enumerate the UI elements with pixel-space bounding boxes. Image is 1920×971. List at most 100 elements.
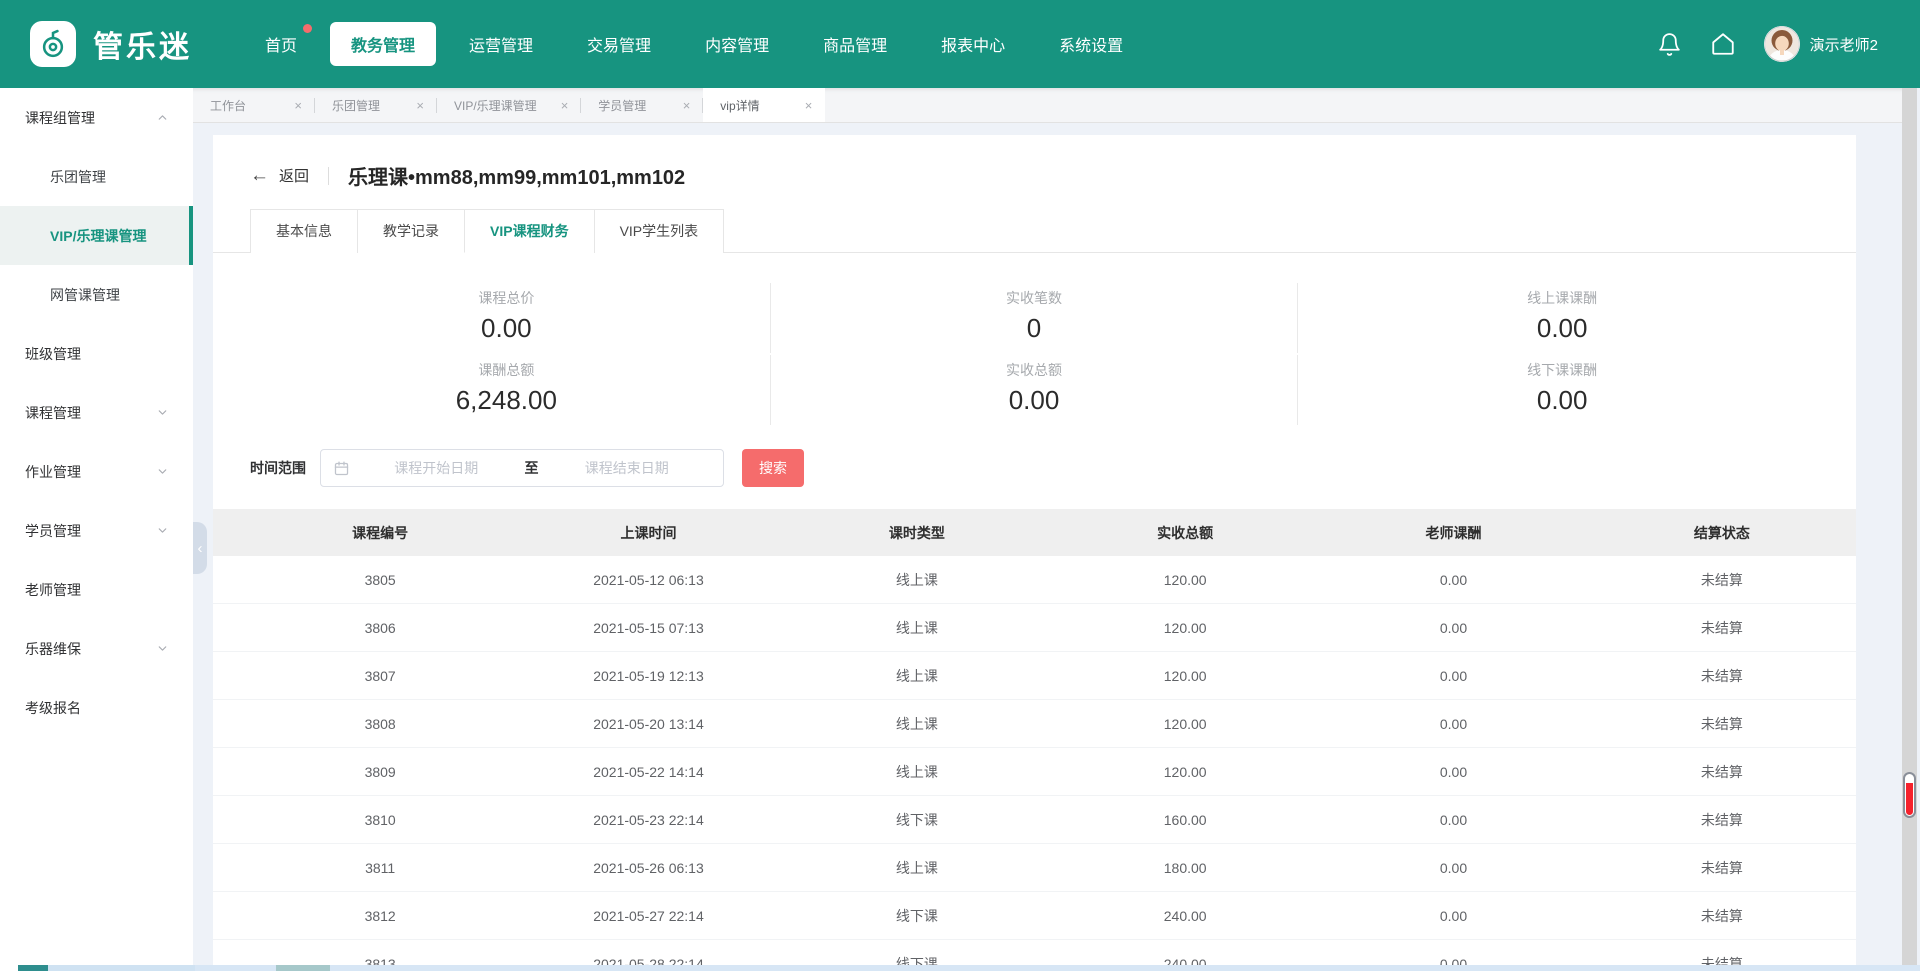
sidebar-item[interactable]: 学员管理 (0, 501, 193, 560)
table-cell: 未结算 (1588, 618, 1856, 638)
table-cell: 120.00 (1051, 620, 1319, 636)
notification-bell-icon[interactable] (1657, 32, 1682, 57)
table-row: 38132021-05-28 22:14线下课240.000.00未结算 (213, 940, 1856, 965)
detail-tab[interactable]: VIP学生列表 (594, 209, 725, 253)
horizontal-scrollbar[interactable] (0, 965, 1920, 971)
table-cell: 120.00 (1051, 716, 1319, 732)
navbar-right: 演示老师2 (1657, 26, 1878, 62)
table-row: 38112021-05-26 06:13线上课180.000.00未结算 (213, 844, 1856, 892)
table-cell: 3809 (246, 764, 514, 780)
tab-close-icon[interactable]: × (805, 99, 813, 112)
window-tab-label: VIP/乐理课管理 (454, 97, 537, 114)
sidebar-subitem-label: VIP/乐理课管理 (50, 226, 146, 246)
table-cell: 0.00 (1319, 620, 1587, 636)
nav-item[interactable]: 运营管理 (448, 22, 554, 66)
sidebar-item-label: 课程组管理 (25, 108, 95, 128)
table-cell: 3813 (246, 956, 514, 966)
table-header-cell: 课程编号 (246, 523, 514, 543)
vertical-scrollbar[interactable] (1902, 88, 1917, 965)
table-cell: 120.00 (1051, 572, 1319, 588)
table-cell: 未结算 (1588, 906, 1856, 926)
table-row: 38062021-05-15 07:13线上课120.000.00未结算 (213, 604, 1856, 652)
table-cell: 3812 (246, 908, 514, 924)
table-cell: 未结算 (1588, 666, 1856, 686)
date-range-picker[interactable]: 至 (320, 449, 724, 487)
table-cell: 0.00 (1319, 764, 1587, 780)
stat-cell: 线上课课酬0.00 (1298, 283, 1826, 353)
detail-tab[interactable]: 基本信息 (250, 209, 358, 253)
stat-cell: 课酬总额6,248.00 (243, 355, 771, 425)
nav-item[interactable]: 首页 (244, 22, 318, 66)
stat-label: 实收笔数 (771, 289, 1298, 307)
table-cell: 线上课 (783, 666, 1051, 686)
tab-close-icon[interactable]: × (683, 99, 691, 112)
sidebar-item-label: 班级管理 (25, 344, 81, 364)
range-separator: 至 (521, 458, 543, 478)
table-cell: 线上课 (783, 714, 1051, 734)
back-button[interactable]: ← 返回 (250, 165, 309, 186)
logo[interactable]: 管乐迷 (30, 21, 192, 67)
table-cell: 未结算 (1588, 858, 1856, 878)
window-tab[interactable]: 工作台× (193, 88, 315, 122)
sidebar-item[interactable]: 老师管理 (0, 560, 193, 619)
nav-item[interactable]: 内容管理 (684, 22, 790, 66)
sidebar-item-label: 学员管理 (25, 521, 81, 541)
detail-tab[interactable]: 教学记录 (357, 209, 465, 253)
sidebar-item[interactable]: 考级报名 (0, 678, 193, 737)
sidebar-item-label: 乐器维保 (25, 639, 81, 659)
sidebar-subitem[interactable]: 网管课管理 (0, 265, 193, 324)
stat-value: 0.00 (243, 311, 770, 345)
sidebar-item[interactable]: 作业管理 (0, 442, 193, 501)
table-header-cell: 实收总额 (1051, 523, 1319, 543)
detail-card: ← 返回 乐理课•mm88,mm99,mm101,mm102 基本信息教学记录V… (213, 135, 1856, 965)
nav-item[interactable]: 交易管理 (566, 22, 672, 66)
sidebar-item-label: 作业管理 (25, 462, 81, 482)
sidebar-item[interactable]: 课程管理 (0, 383, 193, 442)
sidebar-subitem[interactable]: 乐团管理 (0, 147, 193, 206)
stat-cell: 课程总价0.00 (243, 283, 771, 353)
hscroll-segment (18, 965, 48, 971)
nav-item[interactable]: 教务管理 (330, 22, 436, 66)
window-tab[interactable]: vip详情 × (703, 88, 825, 122)
sidebar-subitem-label: 乐团管理 (50, 167, 106, 187)
table-cell: 2021-05-12 06:13 (514, 572, 782, 588)
sidebar-item-label: 课程管理 (25, 403, 81, 423)
search-button[interactable]: 搜索 (742, 449, 804, 487)
home-icon[interactable] (1710, 31, 1736, 57)
window-tab[interactable]: 学员管理× (581, 88, 703, 122)
chevron-down-icon (156, 406, 169, 419)
nav-item[interactable]: 商品管理 (802, 22, 908, 66)
table-cell: 0.00 (1319, 572, 1587, 588)
window-tab[interactable]: VIP/乐理课管理 × (437, 88, 581, 122)
table-cell: 160.00 (1051, 812, 1319, 828)
window-tab[interactable]: 乐团管理× (315, 88, 437, 122)
table-row: 38052021-05-12 06:13线上课120.000.00未结算 (213, 556, 1856, 604)
stat-cell: 实收总额0.00 (771, 355, 1299, 425)
tab-close-icon[interactable]: × (294, 99, 302, 112)
window-tab-label: vip详情 (720, 97, 759, 114)
hscroll-segment (0, 965, 18, 971)
user-name: 演示老师2 (1810, 34, 1878, 55)
stat-label: 线下课课酬 (1298, 361, 1826, 379)
sidebar-collapse-handle[interactable]: ‹ (193, 522, 207, 574)
sidebar-item[interactable]: 课程组管理 (0, 88, 193, 147)
nav-item[interactable]: 报表中心 (920, 22, 1026, 66)
detail-tab[interactable]: VIP课程财务 (464, 209, 595, 253)
tab-close-icon[interactable]: × (416, 99, 424, 112)
table-cell: 2021-05-23 22:14 (514, 812, 782, 828)
user-menu[interactable]: 演示老师2 (1764, 26, 1878, 62)
sidebar-subitem[interactable]: VIP/乐理课管理 (0, 206, 193, 265)
filter-label: 时间范围 (250, 458, 306, 478)
table-cell: 3808 (246, 716, 514, 732)
sidebar-item[interactable]: 乐器维保 (0, 619, 193, 678)
course-end-date-input[interactable] (543, 460, 712, 476)
vertical-scrollbar-thumb[interactable] (1903, 772, 1916, 818)
sidebar-item[interactable]: 班级管理 (0, 324, 193, 383)
chevron-up-icon (156, 111, 169, 124)
stat-label: 线上课课酬 (1298, 289, 1826, 307)
table-row: 38082021-05-20 13:14线上课120.000.00未结算 (213, 700, 1856, 748)
course-start-date-input[interactable] (352, 460, 521, 476)
tab-close-icon[interactable]: × (561, 99, 569, 112)
nav-item[interactable]: 系统设置 (1038, 22, 1144, 66)
chevron-down-icon (156, 465, 169, 478)
